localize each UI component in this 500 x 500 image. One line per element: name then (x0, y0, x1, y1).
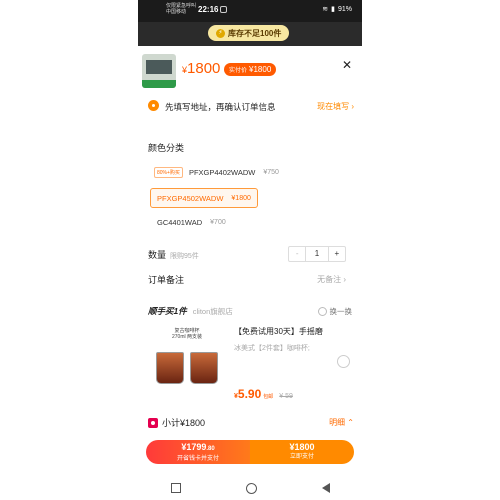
image-caption: 复古咖啡杯 270ml 两支装 (152, 328, 222, 340)
pay-price-pill: 实付价 ¥1800 (224, 63, 277, 76)
clock: 22:16 (198, 5, 219, 14)
stock-warning-banner: ⚡ 库存不足100件 (208, 25, 290, 41)
pay-with-card-button[interactable]: ¥1799.80 开省钱卡并支付 (146, 440, 250, 464)
bundle-product-spec[interactable]: 冰美式【2件套】咖啡杯; (234, 343, 310, 353)
card-pay-amount: ¥1799.80 (146, 440, 250, 455)
option-price: ¥1800 (231, 194, 251, 202)
thumbnail-screen (146, 60, 172, 74)
card-pay-amount-main: ¥1799 (181, 442, 207, 452)
popular-badge: 80%+购买 (154, 166, 183, 178)
option-price: ¥750 (263, 168, 279, 176)
cup-left (156, 352, 184, 384)
image-caption-line-2: 270ml 两支装 (171, 334, 202, 340)
carrier-line-2: 中国移动 (166, 9, 187, 15)
lightning-icon: ⚡ (216, 28, 225, 38)
bundle-price: ¥5.90 包邮 ¥ 59 (234, 387, 293, 401)
subtotal-text: 小计¥1800 (162, 418, 206, 428)
free-shipping-tag: 包邮 (263, 394, 274, 400)
stock-warning-text: 库存不足100件 (228, 28, 282, 38)
decrement-button[interactable]: - (289, 247, 305, 261)
bundle-price-value: 5.90 (237, 387, 262, 401)
color-option-2[interactable]: PFXGP4502WADW ¥1800 (150, 188, 258, 208)
thumbnail-tag (142, 80, 176, 88)
remark-value: 无备注 › (317, 275, 346, 284)
option-price: ¥700 (210, 218, 226, 226)
shop-icon (148, 417, 158, 428)
status-icons: ≋ ▮ 91% (322, 5, 352, 14)
quantity-label: 数量 (148, 250, 167, 260)
detail-label: 明细 (329, 418, 346, 427)
left-margin (0, 0, 138, 500)
bundle-title: 顺手买1件 cliton旗舰店 (148, 305, 233, 317)
remark-row[interactable]: 订单备注 无备注 › (148, 273, 352, 287)
quantity-row: 数量 限购95件 - 1 + (148, 246, 352, 262)
bundle-select-radio[interactable] (337, 355, 350, 368)
status-bar: 仅限紧急呼叫 中国移动 22:16 ≋ ▮ 91% (138, 0, 362, 22)
color-option-1[interactable]: 80%+购买 PFXGP4402WADW ¥750 (154, 164, 279, 180)
carrier-text: 仅限紧急呼叫 中国移动 (166, 3, 196, 15)
battery-level: 91% (337, 5, 352, 13)
color-option-3[interactable]: GC4401WAD ¥700 (157, 214, 226, 230)
pay-now-amount: ¥1800 (289, 442, 315, 452)
product-price: ¥1800 (182, 60, 220, 77)
refresh-icon (317, 307, 327, 316)
fill-address-link[interactable]: 现在填写 › (317, 101, 354, 112)
card-pay-amount-decimal: .80 (206, 446, 215, 452)
purchase-limit-hint: 限购95件 (170, 253, 199, 260)
product-thumbnail[interactable] (142, 54, 176, 88)
phone-screen: 仅限紧急呼叫 中国移动 22:16 ≋ ▮ 91% ⚡ 库存不足100件 ¥18… (138, 0, 362, 500)
notification-icon (220, 6, 227, 13)
home-icon[interactable] (245, 482, 257, 494)
color-section-title: 颜色分类 (148, 143, 185, 153)
bundle-product-title[interactable]: 【免费试用30天】手摇磨 (234, 326, 323, 337)
recent-apps-icon[interactable] (170, 483, 181, 493)
swap-label: 换一换 (329, 307, 353, 316)
right-margin (362, 0, 500, 500)
pay-now-button[interactable]: ¥1800 立即支付 (250, 440, 354, 464)
system-nav-bar (138, 476, 362, 500)
remark-value-text: 无备注 (317, 275, 342, 284)
pay-price-value: ¥1800 (249, 65, 272, 74)
swap-button[interactable]: 换一换 (317, 306, 353, 317)
quantity-value[interactable]: 1 (305, 247, 329, 261)
back-icon[interactable] (321, 483, 330, 493)
pay-price-label: 实付价 (229, 68, 248, 74)
increment-button[interactable]: + (329, 247, 345, 261)
bundle-product-image[interactable]: 复古咖啡杯 270ml 两支装 (152, 326, 222, 394)
location-pin-icon (148, 100, 159, 111)
address-prompt: 先填写地址，再确认订单信息 (165, 102, 276, 112)
cup-right (190, 352, 218, 384)
address-row[interactable]: 先填写地址，再确认订单信息 现在填写 › (148, 98, 358, 114)
option-name: PFXGP4502WADW (157, 193, 224, 203)
bundle-original-price: ¥ 59 (279, 393, 293, 400)
price-value: 1800 (187, 60, 221, 77)
pay-now-label: 立即支付 (289, 454, 314, 460)
wifi-icon: ≋ (322, 6, 329, 13)
close-icon[interactable]: ✕ (342, 58, 352, 72)
bundle-title-text: 顺手买1件 (148, 306, 187, 316)
card-pay-label: 开省钱卡并支付 (176, 456, 219, 462)
fill-address-text: 现在填写 (317, 102, 350, 111)
subtotal: 小计¥1800 (148, 416, 205, 429)
shop-name: cliton旗舰店 (192, 307, 233, 316)
remark-label: 订单备注 (148, 275, 185, 285)
quantity-stepper[interactable]: - 1 + (288, 246, 346, 262)
pay-bar: ¥1799.80 开省钱卡并支付 ¥1800 立即支付 (146, 440, 354, 464)
option-name: GC4401WAD (157, 217, 203, 227)
detail-toggle[interactable]: 明细 ⌃ (329, 417, 354, 428)
option-name: PFXGP4402WADW (188, 167, 256, 177)
signal-icon: ▮ (331, 6, 335, 13)
